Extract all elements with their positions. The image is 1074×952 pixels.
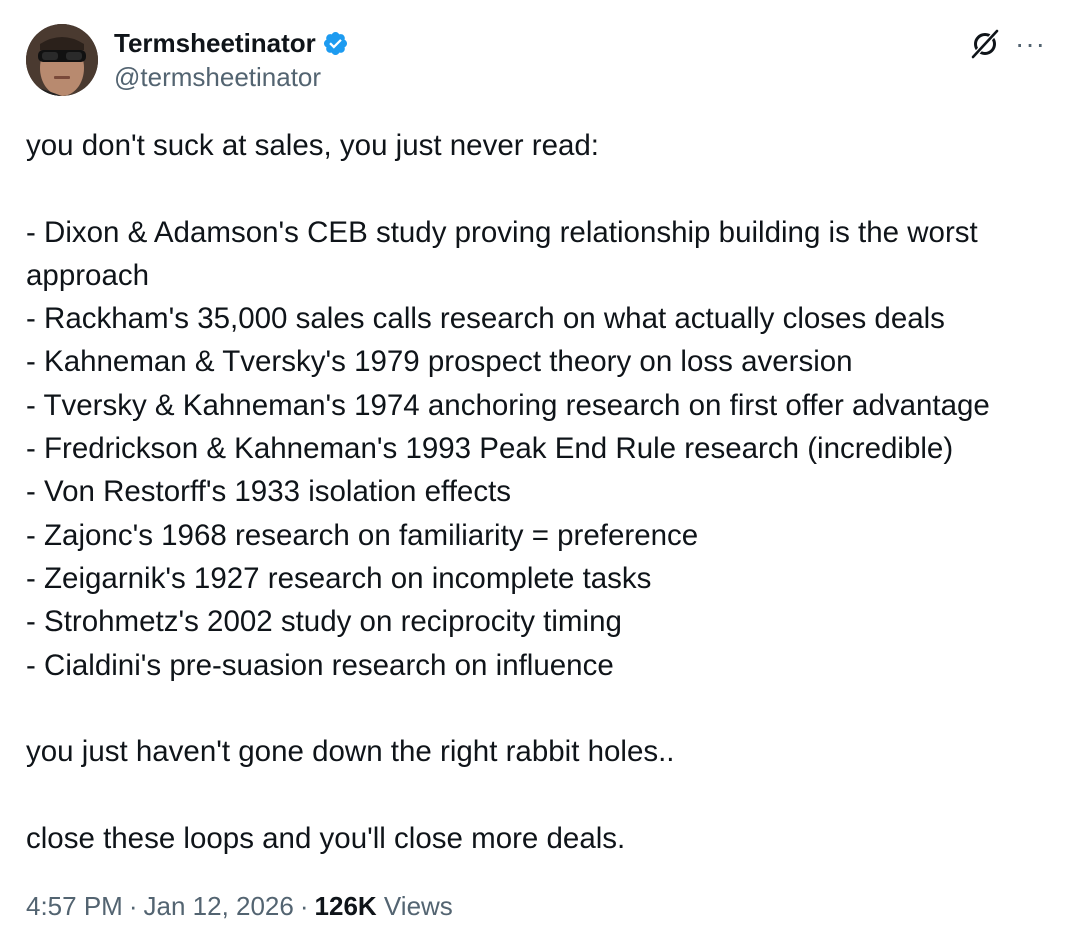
list-item: - Zajonc's 1968 research on familiarity … [26, 518, 699, 552]
list-item: - Von Restorff's 1933 isolation effects [26, 475, 512, 509]
grok-icon[interactable] [969, 28, 1001, 60]
tweet-line-close-deals: close these loops and you'll close more … [26, 821, 626, 855]
list-item: - Strohmetz's 2002 study on reciprocity … [26, 605, 622, 639]
views-count[interactable]: 126K [315, 891, 377, 921]
author-block: Termsheetinator @termsheetinator [114, 26, 349, 93]
list-item: - Kahneman & Tversky's 1979 prospect the… [26, 345, 853, 379]
name-row: Termsheetinator [114, 26, 349, 60]
tweet-text: you don't suck at sales, you just never … [26, 124, 1056, 860]
handle[interactable]: @termsheetinator [114, 62, 349, 93]
meta-separator: · [299, 891, 309, 921]
list-item: - Dixon & Adamson's CEB study proving re… [26, 215, 978, 292]
tweet-date[interactable]: Jan 12, 2026 [144, 891, 294, 921]
list-item: - Rackham's 35,000 sales calls research … [26, 302, 945, 336]
more-options-icon[interactable]: ··· [1015, 28, 1046, 60]
reading-list: - Dixon & Adamson's CEB study proving re… [26, 211, 1056, 687]
tweet: Termsheetinator @termsheetinator ··· you… [0, 0, 1074, 952]
avatar-image [26, 24, 98, 96]
meta-separator: · [128, 891, 138, 921]
list-item: - Tversky & Kahneman's 1974 anchoring re… [26, 388, 990, 422]
tweet-line-rabbit-holes: you just haven't gone down the right rab… [26, 735, 675, 769]
verified-badge-icon[interactable] [322, 30, 349, 57]
tweet-intro: you don't suck at sales, you just never … [26, 129, 600, 162]
list-item: - Zeigarnik's 1927 research on incomplet… [26, 561, 652, 595]
display-name[interactable]: Termsheetinator [114, 28, 316, 59]
list-item: - Fredrickson & Kahneman's 1993 Peak End… [26, 432, 954, 466]
avatar[interactable] [26, 24, 98, 96]
tweet-meta: 4:57 PM · Jan 12, 2026 · 126K Views [26, 886, 453, 926]
list-item: - Cialdini's pre-suasion research on inf… [26, 648, 614, 682]
views-label[interactable]: Views [384, 891, 453, 921]
top-right-actions: ··· [969, 28, 1046, 60]
tweet-time[interactable]: 4:57 PM [26, 891, 123, 921]
